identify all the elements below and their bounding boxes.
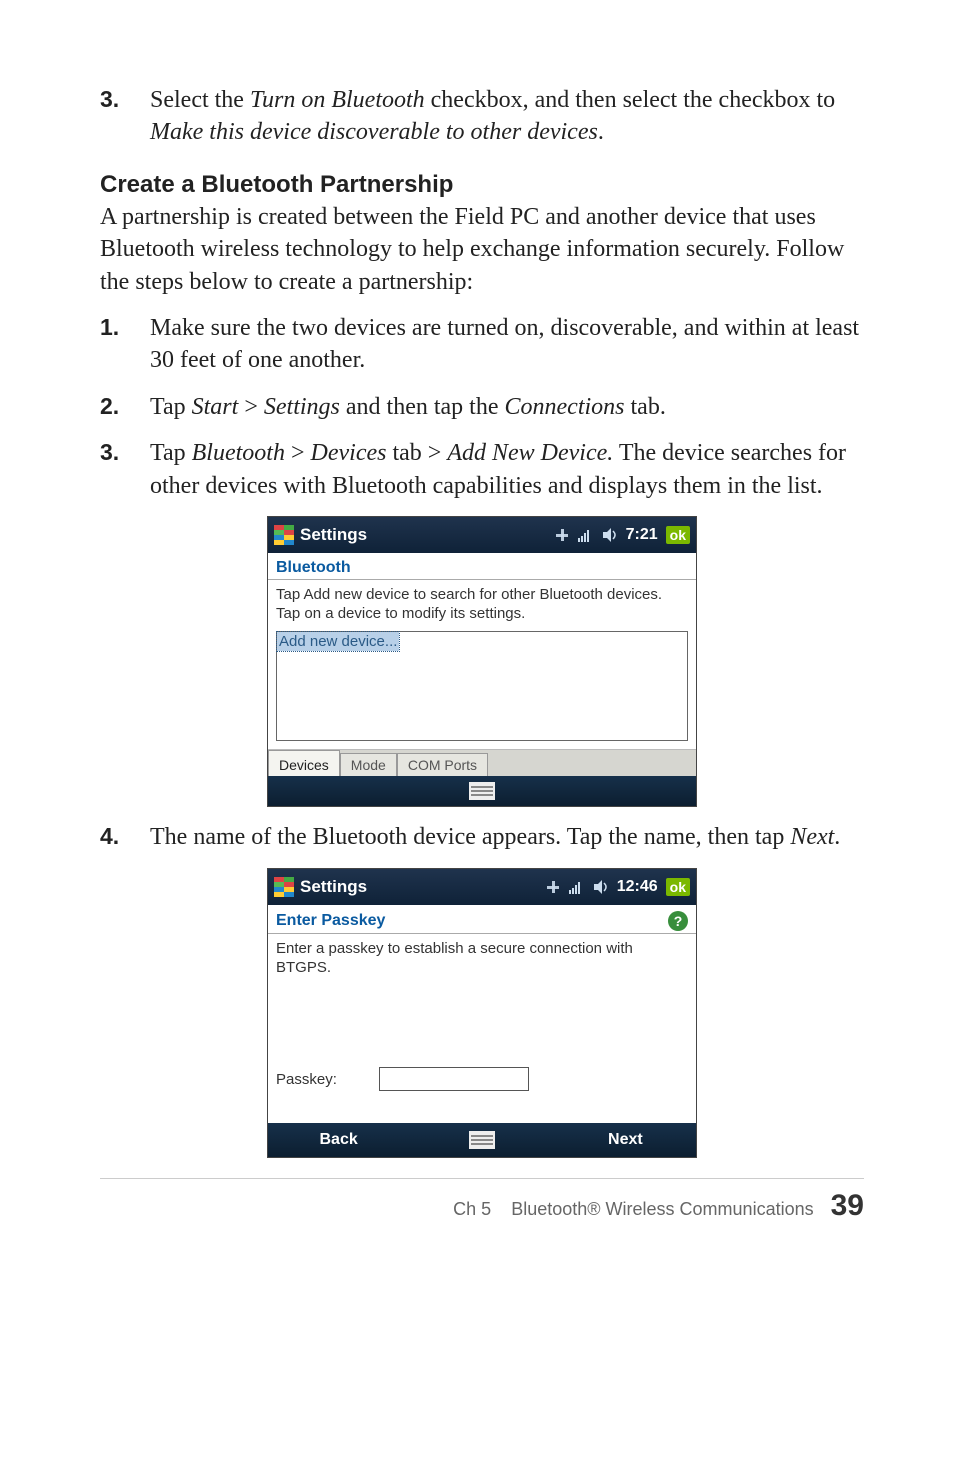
clock-time: 12:46 bbox=[617, 878, 658, 896]
em: Devices bbox=[311, 440, 387, 466]
start-icon[interactable] bbox=[274, 525, 294, 545]
start-icon[interactable] bbox=[274, 877, 294, 897]
t: > bbox=[238, 394, 264, 420]
screenshot-enter-passkey: Settings 12:46 ok Enter Passkey ? Enter … bbox=[267, 868, 697, 1159]
window-titlebar: Settings 7:21 ok bbox=[268, 517, 696, 553]
t: The name of the Bluetooth device appears… bbox=[150, 824, 790, 850]
list-item-add-new-device[interactable]: Add new device... bbox=[277, 632, 399, 651]
em: Add New Device. bbox=[447, 440, 613, 466]
em: Next bbox=[790, 824, 834, 850]
ok-button[interactable]: ok bbox=[666, 526, 690, 544]
keyboard-icon[interactable] bbox=[469, 1131, 495, 1149]
signal-icon[interactable] bbox=[578, 528, 594, 542]
t: Tap bbox=[150, 440, 192, 466]
t: Tap bbox=[150, 394, 192, 420]
window-titlebar: Settings 12:46 ok bbox=[268, 869, 696, 905]
nav-bar: Back Next bbox=[268, 1123, 696, 1157]
window-title: Settings bbox=[300, 877, 367, 897]
em: Start bbox=[192, 394, 239, 420]
help-icon[interactable]: ? bbox=[668, 911, 688, 931]
passkey-input[interactable] bbox=[379, 1067, 529, 1091]
footer-rule bbox=[100, 1178, 864, 1179]
connectivity-icon[interactable] bbox=[545, 879, 561, 895]
t: tab > bbox=[386, 440, 447, 466]
sip-bar bbox=[268, 776, 696, 806]
panel-instructions: Tap Add new device to search for other B… bbox=[268, 580, 696, 626]
intro-paragraph: A partnership is created between the Fie… bbox=[100, 201, 864, 298]
step-number: 4. bbox=[100, 821, 119, 852]
panel-header: Enter Passkey bbox=[276, 912, 385, 930]
ok-button[interactable]: ok bbox=[666, 878, 690, 896]
panel-instructions: Enter a passkey to establish a secure co… bbox=[268, 934, 696, 980]
t: and then tap the bbox=[340, 394, 505, 420]
step-number: 3. bbox=[100, 84, 119, 115]
t: > bbox=[285, 440, 311, 466]
page-number: 39 bbox=[831, 1189, 864, 1222]
step-3: 3. Tap Bluetooth > Devices tab > Add New… bbox=[100, 437, 864, 502]
step-text-mid: checkbox, and then select the checkbox t… bbox=[425, 87, 836, 113]
connectivity-icon[interactable] bbox=[554, 527, 570, 543]
panel-header: Bluetooth bbox=[268, 553, 696, 580]
volume-icon[interactable] bbox=[593, 880, 609, 894]
step-3-top: 3. Select the Turn on Bluetooth checkbox… bbox=[100, 84, 864, 149]
step-number: 1. bbox=[100, 312, 119, 343]
step-2: 2. Tap Start > Settings and then tap the… bbox=[100, 391, 864, 423]
keyboard-icon[interactable] bbox=[469, 782, 495, 800]
em: Connections bbox=[505, 394, 625, 420]
tab-devices[interactable]: Devices bbox=[268, 750, 340, 776]
em: Bluetooth bbox=[192, 440, 285, 466]
t: . bbox=[834, 824, 840, 850]
tab-strip: Devices Mode COM Ports bbox=[268, 749, 696, 776]
tab-mode[interactable]: Mode bbox=[340, 753, 397, 776]
step-number: 3. bbox=[100, 437, 119, 468]
t: tab. bbox=[625, 394, 666, 420]
step-1: 1. Make sure the two devices are turned … bbox=[100, 312, 864, 377]
em: Settings bbox=[264, 394, 340, 420]
next-button[interactable]: Next bbox=[555, 1131, 696, 1149]
step-text-suffix: . bbox=[598, 119, 604, 145]
window-title: Settings bbox=[300, 525, 367, 545]
signal-icon[interactable] bbox=[569, 880, 585, 894]
step-text-prefix: Select the bbox=[150, 87, 250, 113]
passkey-label: Passkey: bbox=[276, 1071, 337, 1088]
tab-com-ports[interactable]: COM Ports bbox=[397, 753, 488, 776]
clock-time: 7:21 bbox=[626, 526, 658, 544]
back-button[interactable]: Back bbox=[268, 1131, 409, 1149]
step-em1: Turn on Bluetooth bbox=[250, 87, 425, 113]
footer-title: Bluetooth® Wireless Communications bbox=[511, 1199, 813, 1219]
device-listbox[interactable]: Add new device... bbox=[276, 631, 688, 741]
footer-chapter: Ch 5 bbox=[453, 1199, 491, 1219]
volume-icon[interactable] bbox=[602, 528, 618, 542]
step-number: 2. bbox=[100, 391, 119, 422]
step-text: Make sure the two devices are turned on,… bbox=[150, 315, 859, 373]
page-footer: Ch 5 Bluetooth® Wireless Communications … bbox=[100, 1189, 864, 1223]
step-em2: Make this device discoverable to other d… bbox=[150, 119, 598, 145]
step-4: 4. The name of the Bluetooth device appe… bbox=[100, 821, 864, 853]
section-heading: Create a Bluetooth Partnership bbox=[100, 171, 864, 199]
screenshot-bluetooth-devices: Settings 7:21 ok Bluetooth Tap Add new d… bbox=[267, 516, 697, 808]
